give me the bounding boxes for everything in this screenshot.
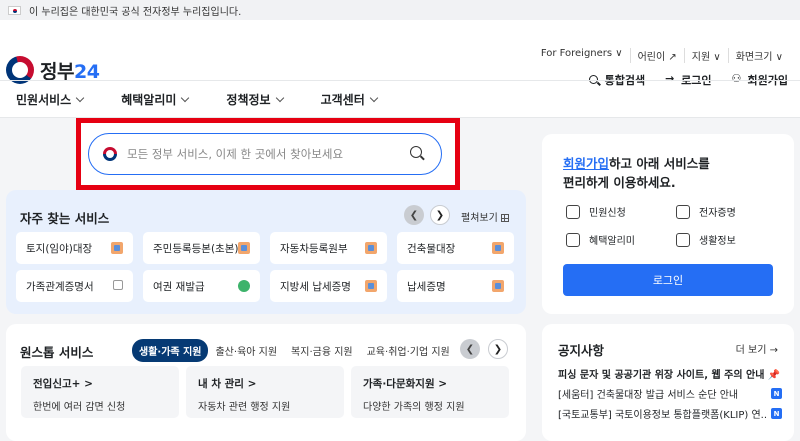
service-civil-application[interactable]: 민원신청: [566, 204, 626, 219]
header: 정부24 For Foreigners ∨ 어린이 ↗ 지원 ∨ 화면크기 ∨ …: [0, 20, 800, 87]
document-icon: [492, 280, 504, 292]
document-icon: [238, 242, 250, 254]
service-benefit-alert[interactable]: 혜택알리미: [566, 232, 635, 247]
notice-item[interactable]: [세움터] 건축물대장 발급 서비스 순단 안내 N: [558, 386, 782, 401]
notice-title: 공지사항: [558, 343, 605, 358]
signup-link[interactable]: 회원가입: [563, 156, 609, 171]
notice-more-link[interactable]: 더 보기 →: [736, 341, 778, 356]
document-icon: [365, 280, 377, 292]
login-panel: 회원가입하고 아래 서비스를 편리하게 이용하세요. 민원신청 전자증명 혜택알…: [542, 134, 794, 314]
chevron-down-icon: [75, 93, 85, 102]
onestop-card[interactable]: 내 차 관리 > 자동차 관련 행정 지원: [186, 366, 344, 418]
grid-icon: [500, 214, 509, 222]
notice-item[interactable]: [국토교통부] 국토이용정보 통합플랫폼(KLIP) 연... N: [558, 406, 782, 421]
next-button[interactable]: ❯: [488, 339, 508, 359]
chevron-down-icon: [369, 93, 378, 102]
bookmark-icon: [676, 232, 690, 247]
tab-birth-childcare[interactable]: 출산·육아 지원: [208, 339, 284, 362]
document-icon: [492, 242, 504, 254]
main-nav: 민원서비스 혜택알리미 정책정보 고객센터: [0, 80, 800, 118]
nav-benefits[interactable]: 혜택알리미: [121, 91, 190, 108]
onestop-card[interactable]: 가족·다문화지원 > 다양한 가족의 행정 지원: [351, 366, 509, 418]
service-card[interactable]: 자동차등록원부: [270, 232, 387, 264]
document-icon: [111, 242, 123, 254]
nav-customer-center[interactable]: 고객센터: [321, 91, 378, 108]
chevron-down-icon: [275, 93, 284, 102]
prev-button[interactable]: ❮: [460, 339, 480, 359]
tab-life-family[interactable]: 생활·가족 지원: [132, 339, 209, 362]
nav-civil-services[interactable]: 민원서비스: [16, 91, 85, 108]
onestop-services-panel: 원스톱 서비스 생활·가족 지원 출산·육아 지원 복지·금융 지원 교육·취업…: [6, 324, 526, 441]
login-panel-title: 회원가입하고 아래 서비스를 편리하게 이용하세요.: [563, 156, 710, 190]
login-button[interactable]: 로그인: [563, 264, 773, 296]
korea-flag-icon: [8, 5, 21, 15]
document-icon: [365, 242, 377, 254]
font-size-link[interactable]: 화면크기 ∨: [727, 48, 790, 63]
tab-education-employment[interactable]: 교육·취업·기업 지원: [360, 339, 457, 362]
pen-icon: [238, 280, 250, 292]
envelope-icon: [566, 204, 580, 219]
search-placeholder: 모든 정부 서비스, 이제 한 곳에서 찾아보세요: [127, 147, 344, 161]
expand-button[interactable]: 펼쳐보기: [461, 209, 509, 224]
service-card[interactable]: 건축물대장: [397, 232, 514, 264]
notice-item[interactable]: 피싱 문자 및 공공기관 위장 사이트, 웹 주의 안내 📌: [558, 366, 782, 381]
onestop-title: 원스톱 서비스: [20, 345, 94, 360]
tab-welfare-finance[interactable]: 복지·금융 지원: [284, 339, 360, 362]
kids-link[interactable]: 어린이 ↗: [629, 48, 684, 63]
frequent-services-panel: 자주 찾는 서비스 ❮ ❯ 펼쳐보기 토지(임야)대장 주민등록등본(초본) 자…: [6, 190, 526, 314]
gov-banner: 이 누리집은 대한민국 공식 전자정부 누리집입니다.: [0, 0, 800, 20]
next-button[interactable]: ❯: [430, 205, 450, 225]
nav-policy[interactable]: 정책정보: [226, 91, 284, 108]
utility-links: For Foreigners ∨ 어린이 ↗ 지원 ∨ 화면크기 ∨: [534, 48, 790, 63]
search-input[interactable]: 모든 정부 서비스, 이제 한 곳에서 찾아보세요: [88, 133, 442, 175]
search-icon[interactable]: [409, 145, 427, 163]
certificate-icon: [676, 204, 690, 219]
service-life-info[interactable]: 생활정보: [676, 232, 736, 247]
prev-button[interactable]: ❮: [404, 205, 424, 225]
for-foreigners-link[interactable]: For Foreigners ∨: [534, 48, 630, 63]
service-card[interactable]: 가족관계증명서: [16, 270, 133, 302]
onestop-tabs: 생활·가족 지원 출산·육아 지원 복지·금융 지원 교육·취업·기업 지원: [132, 339, 457, 362]
new-badge: N: [771, 388, 782, 399]
chevron-down-icon: [181, 93, 190, 102]
service-e-certificate[interactable]: 전자증명: [676, 204, 736, 219]
new-badge: N: [771, 408, 782, 419]
notice-panel: 공지사항 더 보기 → 피싱 문자 및 공공기관 위장 사이트, 웹 주의 안내…: [542, 324, 794, 441]
gift-icon: [566, 232, 580, 247]
gov-banner-text: 이 누리집은 대한민국 공식 전자정부 누리집입니다.: [29, 6, 242, 18]
service-card[interactable]: 지방세 납세증명: [270, 270, 387, 302]
frequent-services-title: 자주 찾는 서비스: [20, 211, 110, 226]
onestop-card[interactable]: 전입신고+ > 한번에 여러 감면 신청: [21, 366, 179, 418]
service-card[interactable]: 토지(임야)대장: [16, 232, 133, 264]
support-link[interactable]: 지원 ∨: [683, 48, 728, 63]
external-link-icon: [113, 280, 123, 290]
service-card[interactable]: 여권 재발급: [143, 270, 260, 302]
taegeuk-icon: [103, 147, 117, 161]
service-card[interactable]: 납세증명: [397, 270, 514, 302]
service-card[interactable]: 주민등록등본(초본): [143, 232, 260, 264]
